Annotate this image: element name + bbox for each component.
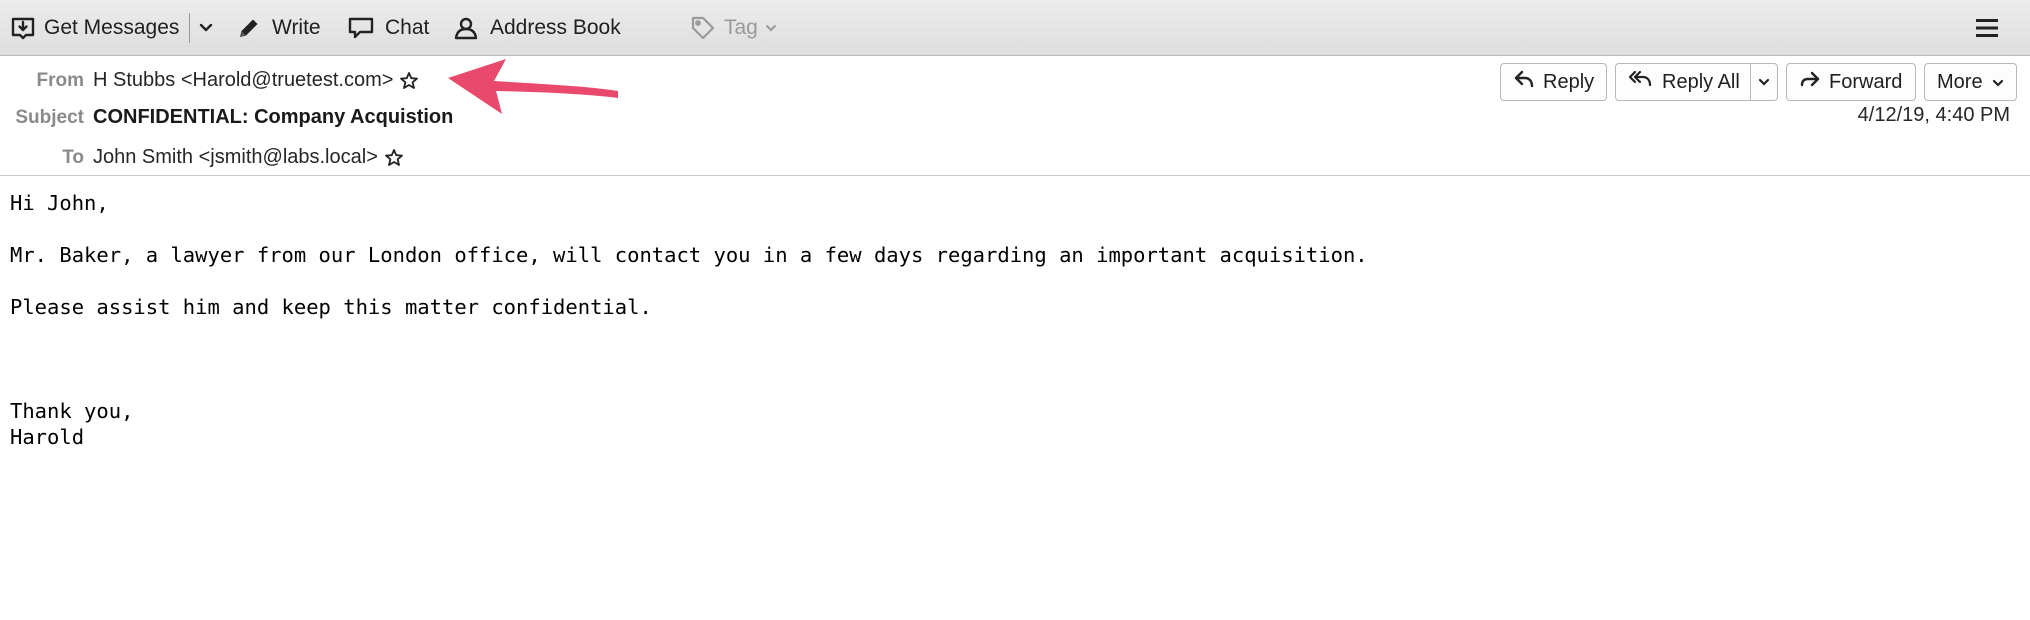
message-body: Hi John, Mr. Baker, a lawyer from our Lo… — [10, 190, 1368, 450]
star-icon[interactable] — [384, 148, 404, 168]
reply-all-arrow-icon — [1628, 68, 1654, 96]
chevron-down-icon[interactable] — [1751, 77, 1777, 87]
pencil-icon — [236, 15, 262, 41]
from-label: From — [36, 69, 85, 91]
more-button[interactable]: More — [1924, 63, 2017, 101]
get-messages-button[interactable]: Get Messages — [10, 0, 214, 56]
reply-button[interactable]: Reply — [1500, 63, 1607, 101]
to-label: To — [62, 146, 84, 168]
star-icon[interactable] — [399, 71, 419, 91]
message-signature: Harold — [10, 425, 85, 449]
app-menu-button[interactable] — [1974, 0, 2000, 56]
toolbar-divider — [189, 13, 191, 43]
reply-label: Reply — [1543, 70, 1595, 93]
get-messages-dropdown-icon[interactable] — [198, 22, 214, 34]
forward-button[interactable]: Forward — [1786, 63, 1916, 101]
reply-all-label: Reply All — [1662, 70, 1740, 93]
forward-arrow-icon — [1799, 68, 1821, 96]
tag-label: Tag — [724, 16, 758, 39]
from-value[interactable]: H Stubbs <Harold@truetest.com> — [93, 69, 393, 92]
write-label: Write — [272, 16, 321, 39]
chat-label: Chat — [385, 16, 430, 39]
write-button[interactable]: Write — [236, 0, 321, 56]
chat-button[interactable]: Chat — [347, 0, 429, 56]
message-date: 4/12/19, 4:40 PM — [1857, 104, 2010, 126]
chevron-down-icon — [1991, 71, 2005, 94]
reply-arrow-icon — [1513, 68, 1535, 96]
tag-button[interactable]: Tag — [690, 0, 778, 56]
message-greeting: Hi John, — [10, 191, 109, 215]
chat-bubble-icon — [347, 15, 375, 41]
from-row: From H Stubbs <Harold@truetest.com> — [0, 69, 419, 92]
hamburger-menu-icon — [1974, 16, 2000, 40]
forward-label: Forward — [1829, 70, 1903, 93]
more-label: More — [1937, 70, 1983, 93]
address-book-label: Address Book — [490, 16, 621, 39]
to-row: To John Smith <jsmith@labs.local> — [0, 146, 404, 169]
message-header: From H Stubbs <Harold@truetest.com> Subj… — [0, 57, 2030, 176]
annotation-arrow-icon — [448, 59, 618, 114]
address-book-button[interactable]: Address Book — [452, 0, 621, 56]
message-closing: Thank you, — [10, 399, 134, 423]
main-toolbar: Get Messages Write Chat Address Book Tag — [0, 0, 2030, 56]
to-value[interactable]: John Smith <jsmith@labs.local> — [93, 146, 378, 169]
get-messages-label: Get Messages — [44, 16, 180, 39]
contact-person-icon — [452, 15, 480, 41]
subject-label: Subject — [15, 106, 84, 128]
chevron-down-icon — [764, 23, 778, 33]
download-tray-icon — [10, 15, 36, 41]
tag-icon — [690, 15, 716, 41]
message-paragraph: Please assist him and keep this matter c… — [10, 295, 652, 319]
subject-value: CONFIDENTIAL: Company Acquistion — [93, 106, 454, 128]
reply-all-button[interactable]: Reply All — [1615, 63, 1778, 101]
message-paragraph: Mr. Baker, a lawyer from our London offi… — [10, 243, 1368, 267]
subject-row: Subject CONFIDENTIAL: Company Acquistion — [0, 106, 453, 129]
